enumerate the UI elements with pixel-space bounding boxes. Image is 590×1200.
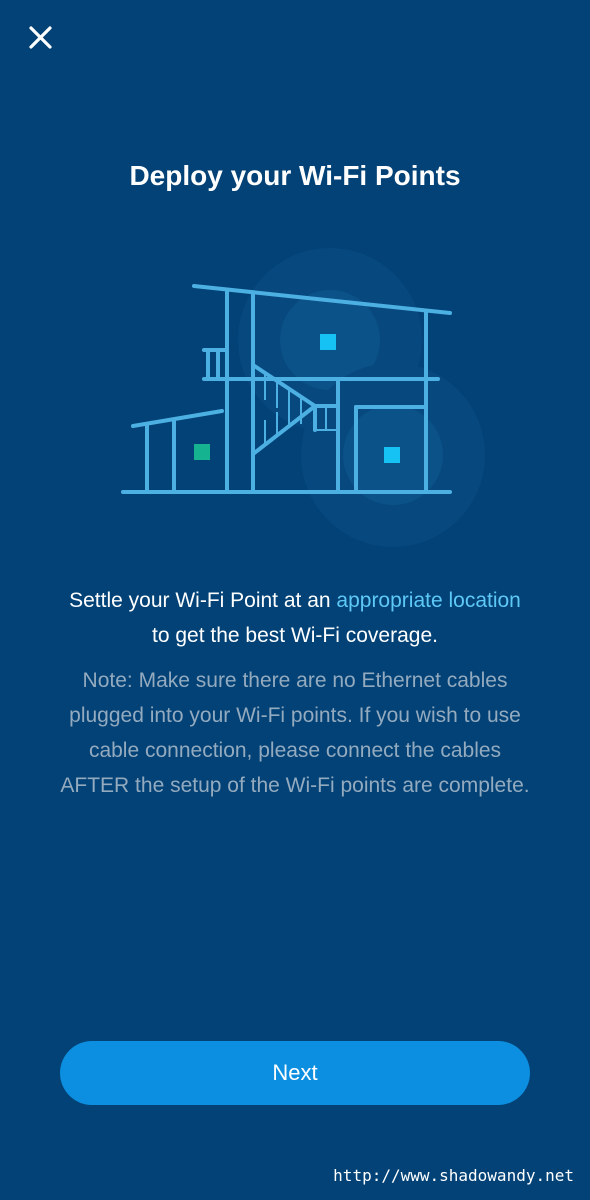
instruction-line2: to get the best Wi-Fi coverage. (152, 624, 438, 647)
appropriate-location-link[interactable]: appropriate location (336, 589, 520, 612)
note-line-2: plugged into your Wi-Fi points. If you w… (69, 704, 521, 727)
close-icon (29, 26, 52, 49)
instruction-prefix: Settle your Wi-Fi Point at an (69, 589, 337, 612)
instruction-text: Settle your Wi-Fi Point at an appropriat… (30, 583, 560, 653)
close-button[interactable] (20, 18, 60, 58)
house-wifi-points-illustration (110, 240, 490, 560)
page-title: Deploy your Wi-Fi Points (129, 160, 461, 191)
watermark-url: http://www.shadowandy.net (333, 1166, 574, 1185)
note-line-4: AFTER the setup of the Wi-Fi points are … (60, 774, 530, 797)
note-line-1: Note: Make sure there are no Ethernet ca… (82, 669, 508, 692)
note-text: Note: Make sure there are no Ethernet ca… (30, 663, 560, 803)
note-line-3: cable connection, please connect the cab… (88, 739, 502, 762)
next-button[interactable]: Next (60, 1041, 530, 1105)
